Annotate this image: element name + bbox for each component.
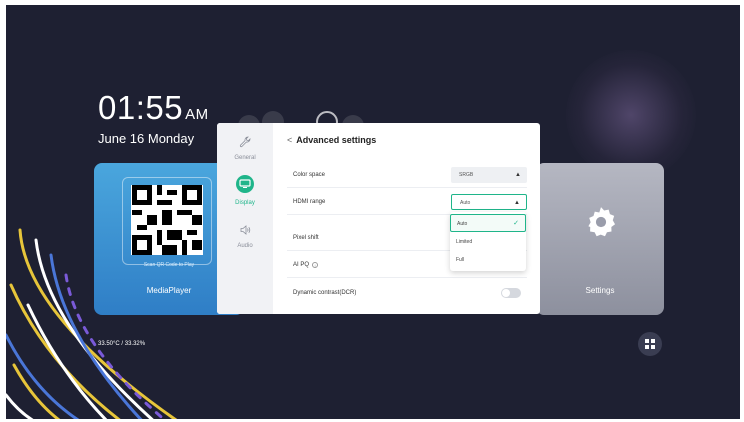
sidebar-item-display[interactable]: Display [217,175,273,206]
clock-time-value: 01:55 [98,89,184,126]
pixel-shift-label: Pixel shift [293,235,319,241]
tv-launcher-screen: 01:55 AM June 16 Monday Scan QR Code to … [6,5,740,419]
panel-title: Advanced settings [296,135,377,145]
monitor-icon [236,175,254,193]
dropdown-option-auto[interactable]: Auto ✓ [450,214,526,232]
sidebar-item-audio[interactable]: Audio [217,223,273,249]
row-dcr[interactable]: Dynamic contrast(DCR) [287,280,527,305]
hdmi-range-label: HDMI range [293,199,326,205]
sidebar-item-label: General [234,155,256,161]
status-readout: 33.50°C / 33.32% [98,341,146,347]
clock-ampm: AM [185,106,209,123]
sidebar-item-general[interactable]: General [217,135,273,161]
dropdown-option-full[interactable]: Full [450,251,526,269]
background-glow [566,50,696,180]
ai-pq-label: AI PQ [293,262,310,268]
check-icon: ✓ [513,220,519,227]
hdmi-range-dropdown: Auto ✓ Limited Full [450,212,526,271]
caret-up-icon: ▲ [514,200,520,206]
option-label: Limited [456,239,473,245]
grid-icon [645,339,655,349]
option-label: Full [456,257,465,263]
clock-date: June 16 Monday [98,131,195,146]
info-icon[interactable]: i [312,262,319,268]
speaker-icon [240,225,251,235]
wrench-icon [239,136,251,148]
hdmi-range-select[interactable]: Auto ▲ [451,194,527,210]
color-space-label: Color space [293,172,326,178]
settings-card[interactable]: Settings [536,163,664,315]
qr-code [131,185,203,255]
all-apps-button[interactable] [638,332,662,356]
row-color-space[interactable]: Color space SRGB ▲ [287,163,527,188]
settings-label: Settings [585,286,615,295]
clock-time: 01:55 AM [98,89,209,127]
panel-header: < Advanced settings [287,135,376,145]
gear-icon [588,207,616,237]
settings-sidebar: General Display Audio [217,123,273,314]
sidebar-item-label: Display [235,200,255,206]
back-button[interactable]: < [287,135,292,145]
color-space-value: SRGB [459,172,474,178]
sidebar-item-label: Audio [237,243,253,249]
hdmi-range-value: Auto [460,200,471,206]
dropdown-option-limited[interactable]: Limited [450,233,526,251]
color-space-select[interactable]: SRGB ▲ [451,167,527,183]
caret-up-icon: ▲ [515,172,521,178]
advanced-settings-panel: General Display Audio < Advanced setting… [217,123,540,314]
dcr-label: Dynamic contrast(DCR) [293,289,357,296]
option-label: Auto [457,221,468,227]
dcr-toggle[interactable] [501,287,521,298]
